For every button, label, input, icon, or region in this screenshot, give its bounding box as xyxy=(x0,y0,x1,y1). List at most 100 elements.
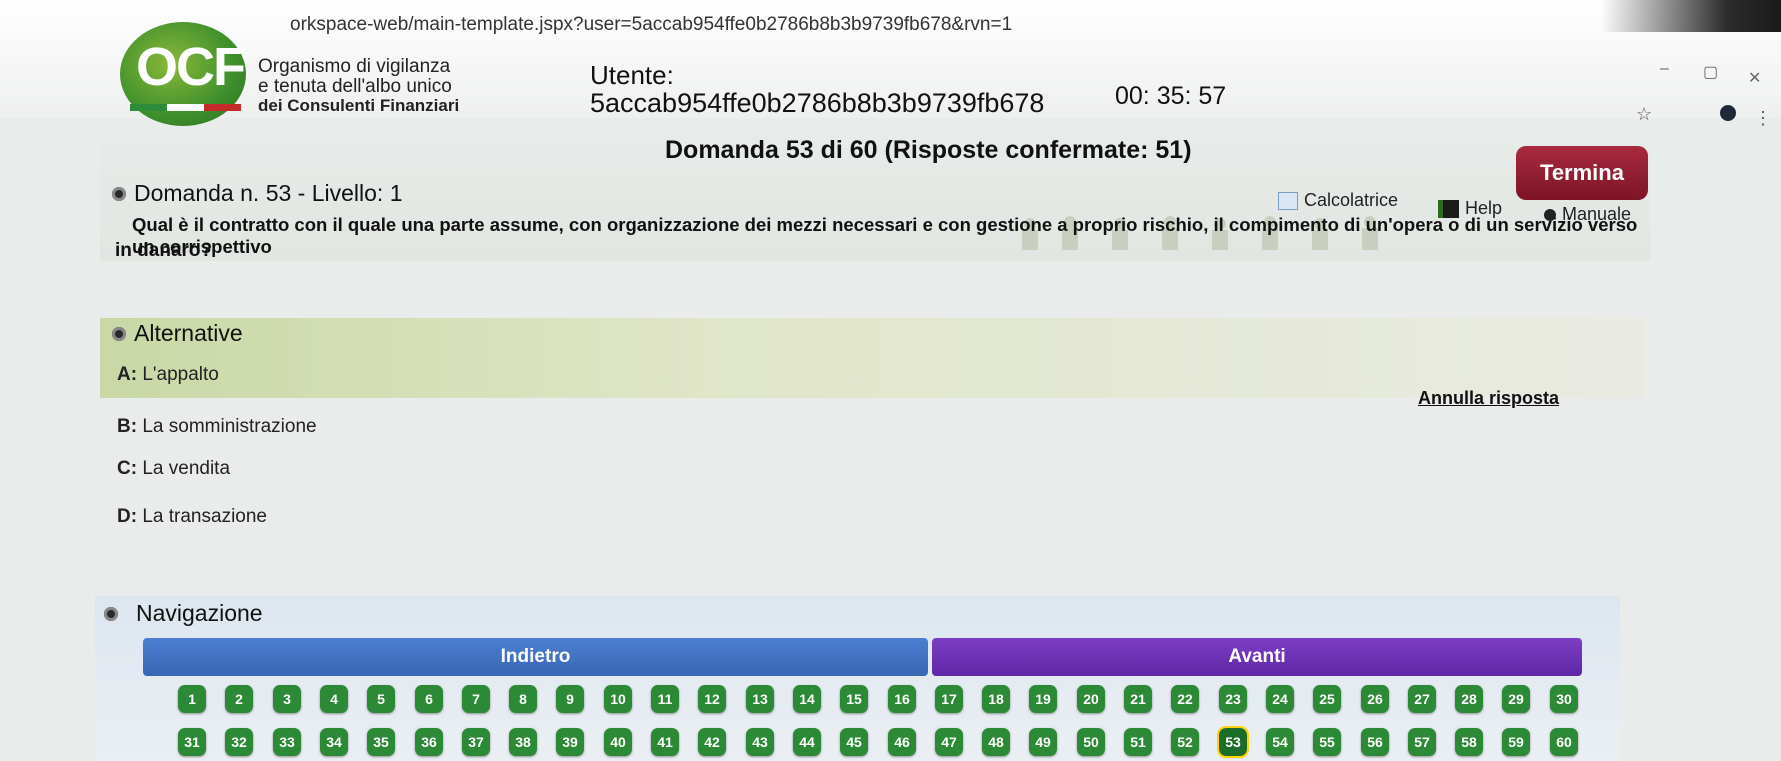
question-number-button[interactable]: 49 xyxy=(1029,728,1057,756)
question-number-button[interactable]: 18 xyxy=(982,685,1010,713)
org-name-line2: e tenuta dell'albo unico xyxy=(258,76,452,97)
user-id: 5accab954ffe0b2786b8b3b9739fb678 xyxy=(590,88,1045,118)
question-number-button[interactable]: 57 xyxy=(1408,728,1436,756)
question-number-button[interactable]: 1 xyxy=(178,685,206,713)
browser-menu-icon[interactable]: ⋮ xyxy=(1754,108,1772,129)
bookmark-star-icon[interactable]: ☆ xyxy=(1636,104,1652,125)
question-number-button[interactable]: 28 xyxy=(1455,685,1483,713)
question-number-button[interactable]: 55 xyxy=(1313,728,1341,756)
question-number-button[interactable]: 40 xyxy=(604,728,632,756)
profile-avatar-icon[interactable] xyxy=(1720,105,1736,121)
alternative-b[interactable]: B: La somministrazione xyxy=(117,416,317,438)
avanti-button[interactable]: Avanti xyxy=(932,638,1582,676)
question-number-button[interactable]: 22 xyxy=(1171,685,1199,713)
question-number-button[interactable]: 5 xyxy=(367,685,395,713)
question-number-button[interactable]: 33 xyxy=(273,728,301,756)
question-number-button[interactable]: 54 xyxy=(1266,728,1294,756)
section-bullet-icon xyxy=(112,186,126,201)
calcolatrice-link[interactable]: Calcolatrice xyxy=(1278,190,1398,211)
question-number-button[interactable]: 37 xyxy=(462,728,490,756)
question-number-button[interactable]: 46 xyxy=(888,728,916,756)
question-number-button[interactable]: 45 xyxy=(840,728,868,756)
section-bullet-icon xyxy=(112,326,126,341)
question-number-button[interactable]: 51 xyxy=(1124,728,1152,756)
question-text-line1: Qual è il contratto con il quale una par… xyxy=(132,214,1638,257)
question-number-button[interactable]: 11 xyxy=(651,685,679,713)
alternative-text: La transazione xyxy=(142,506,267,527)
question-number-button[interactable]: 60 xyxy=(1550,728,1578,756)
alternatives-heading-text: Alternative xyxy=(134,320,243,346)
question-number-button[interactable]: 44 xyxy=(793,728,821,756)
question-number-button[interactable]: 32 xyxy=(225,728,253,756)
question-number-button[interactable]: 27 xyxy=(1408,685,1436,713)
maximize-icon[interactable]: ▢ xyxy=(1703,62,1718,82)
question-number-button[interactable]: 56 xyxy=(1361,728,1389,756)
calculator-icon xyxy=(1278,191,1298,210)
close-icon[interactable]: ✕ xyxy=(1748,68,1761,88)
question-number-button[interactable]: 4 xyxy=(320,685,348,713)
alternative-a[interactable]: A: L'appalto xyxy=(117,364,219,386)
alternatives-band xyxy=(100,318,1645,398)
question-number-button[interactable]: 12 xyxy=(698,685,726,713)
section-bullet-icon xyxy=(104,606,118,621)
question-number-button[interactable]: 24 xyxy=(1266,685,1294,713)
indietro-button[interactable]: Indietro xyxy=(143,638,928,676)
question-number-button[interactable]: 16 xyxy=(888,685,916,713)
question-number-button[interactable]: 6 xyxy=(415,685,443,713)
question-text-line2: in danaro? xyxy=(115,240,213,261)
termina-button[interactable]: Termina xyxy=(1516,146,1648,200)
annulla-risposta-link[interactable]: Annulla risposta xyxy=(1418,388,1559,409)
alternative-text: L'appalto xyxy=(142,364,219,385)
question-number-button[interactable]: 47 xyxy=(935,728,963,756)
italian-flag-icon xyxy=(130,98,242,111)
question-number-button[interactable]: 36 xyxy=(415,728,443,756)
question-number-button[interactable]: 34 xyxy=(320,728,348,756)
window-edge xyxy=(1601,0,1781,32)
org-name-line1: Organismo di vigilanza xyxy=(258,56,451,77)
address-bar[interactable]: orkspace-web/main-template.jspx?user=5ac… xyxy=(290,14,1012,36)
question-number-button[interactable]: 15 xyxy=(840,685,868,713)
question-number-button[interactable]: 52 xyxy=(1171,728,1199,756)
question-number-button[interactable]: 31 xyxy=(178,728,206,756)
question-number-button[interactable]: 42 xyxy=(698,728,726,756)
question-number-button[interactable]: 7 xyxy=(462,685,490,713)
alternative-c[interactable]: C: La vendita xyxy=(117,458,230,480)
question-number-button[interactable]: 30 xyxy=(1550,685,1578,713)
question-number-button[interactable]: 25 xyxy=(1313,685,1341,713)
question-number-button[interactable]: 10 xyxy=(604,685,632,713)
question-number-button[interactable]: 19 xyxy=(1029,685,1057,713)
question-number-button[interactable]: 3 xyxy=(273,685,301,713)
question-number-button[interactable]: 58 xyxy=(1455,728,1483,756)
question-number-button[interactable]: 53 xyxy=(1217,726,1249,758)
navigation-heading-text: Navigazione xyxy=(136,600,263,626)
question-number-button[interactable]: 20 xyxy=(1077,685,1105,713)
question-number-button[interactable]: 17 xyxy=(935,685,963,713)
question-number-button[interactable]: 41 xyxy=(651,728,679,756)
alternative-key: A: xyxy=(117,364,138,385)
question-number-button[interactable]: 26 xyxy=(1361,685,1389,713)
alternative-key: C: xyxy=(117,458,138,479)
question-number-button[interactable]: 23 xyxy=(1219,685,1247,713)
question-number-button[interactable]: 21 xyxy=(1124,685,1152,713)
question-number-button[interactable]: 14 xyxy=(793,685,821,713)
minimize-icon[interactable]: – xyxy=(1660,60,1669,78)
alternative-d[interactable]: D: La transazione xyxy=(117,506,267,528)
question-number-button[interactable]: 29 xyxy=(1502,685,1530,713)
question-heading-text: Domanda n. 53 - Livello: 1 xyxy=(134,180,403,206)
question-number-button[interactable]: 8 xyxy=(509,685,537,713)
question-number-button[interactable]: 59 xyxy=(1502,728,1530,756)
question-number-button[interactable]: 39 xyxy=(556,728,584,756)
question-progress: Domanda 53 di 60 (Risposte confermate: 5… xyxy=(665,136,1192,164)
question-number-button[interactable]: 13 xyxy=(746,685,774,713)
navigation-heading: Navigazione xyxy=(104,600,263,627)
question-number-button[interactable]: 50 xyxy=(1077,728,1105,756)
alternative-key: D: xyxy=(117,506,138,527)
question-number-button[interactable]: 48 xyxy=(982,728,1010,756)
question-number-button[interactable]: 38 xyxy=(509,728,537,756)
question-number-button[interactable]: 43 xyxy=(746,728,774,756)
exam-timer: 00: 35: 57 xyxy=(1115,82,1227,110)
question-number-button[interactable]: 2 xyxy=(225,685,253,713)
calcolatrice-label: Calcolatrice xyxy=(1304,190,1399,210)
question-number-button[interactable]: 9 xyxy=(556,685,584,713)
question-number-button[interactable]: 35 xyxy=(367,728,395,756)
